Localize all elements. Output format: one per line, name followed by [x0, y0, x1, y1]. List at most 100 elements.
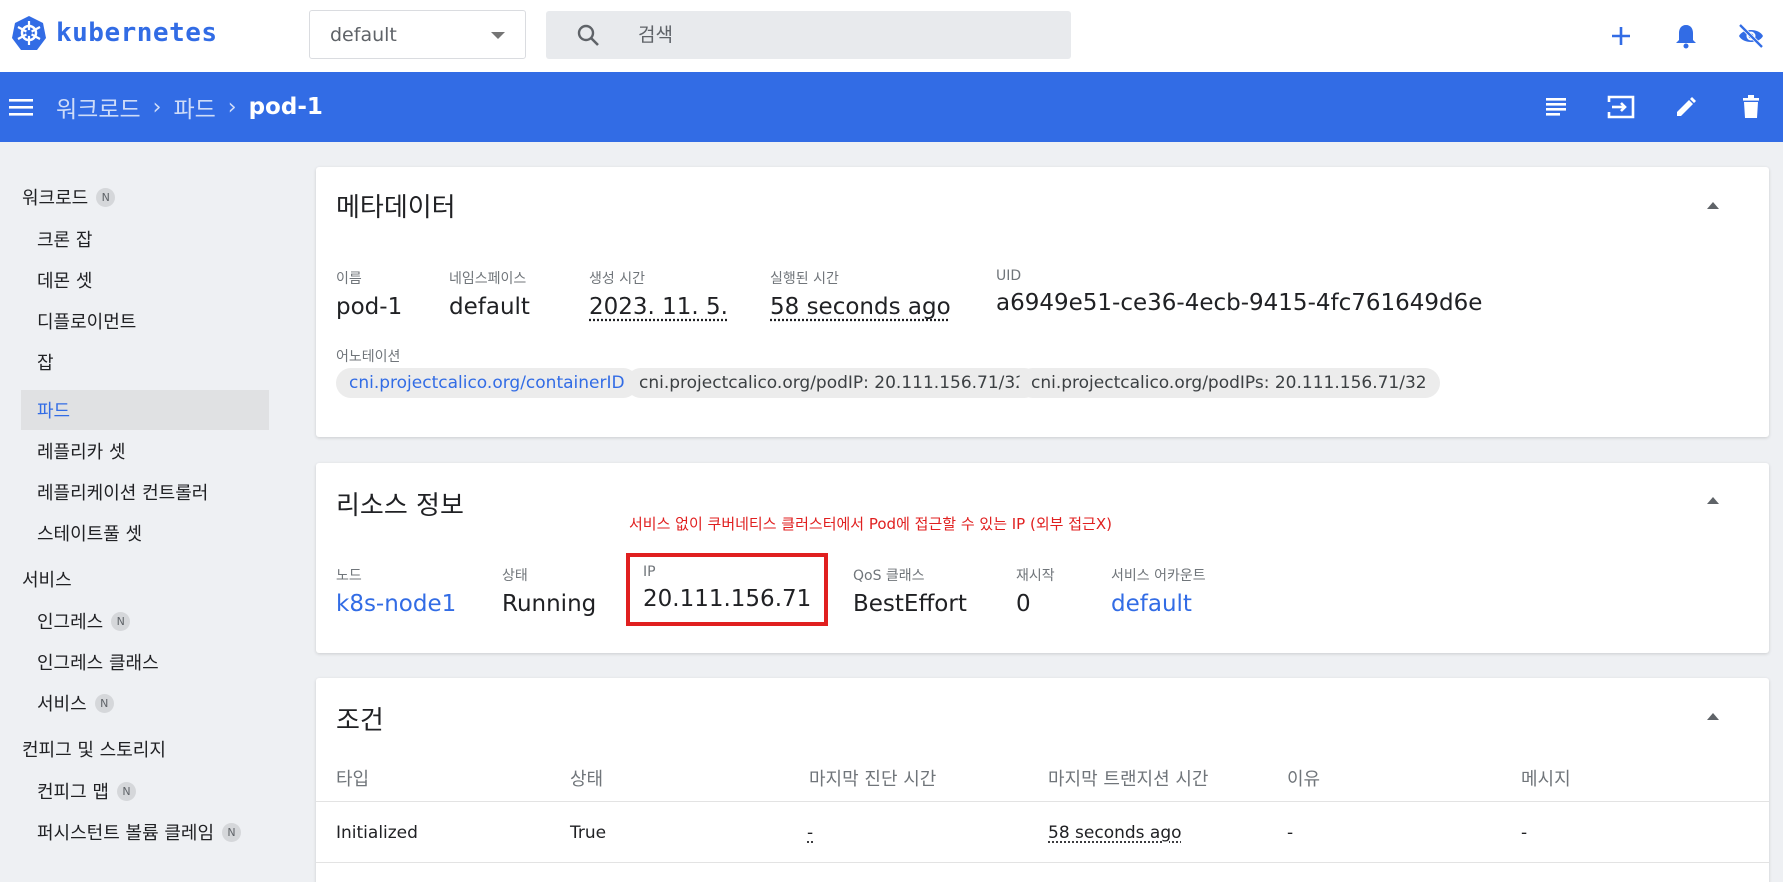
annotation-chip: cni.projectcalico.org/podIPs: 20.111.156…	[1018, 368, 1440, 398]
sidebar-item-label: 인그레스	[37, 612, 104, 633]
delete-icon[interactable]	[1718, 89, 1783, 125]
sidebar-item-replicasets[interactable]: 레플리카 셋	[37, 438, 126, 464]
sidebar-item-configmaps[interactable]: 컨피그 맵 N	[37, 778, 136, 804]
card-title: 조건	[336, 706, 384, 736]
collapse-icon[interactable]	[1707, 202, 1719, 209]
divider	[316, 801, 1769, 802]
sidebar-item-replicationcontrollers[interactable]: 레플리케이션 컨트롤러	[37, 479, 208, 505]
field-label: 실행된 시간	[770, 271, 839, 287]
field-ip: IP 20.111.156.71	[643, 564, 811, 612]
kubernetes-logo[interactable]: kubernetes	[10, 14, 218, 52]
top-actions	[1588, 18, 1783, 54]
collapse-icon[interactable]	[1707, 713, 1719, 720]
notifications-icon[interactable]	[1653, 18, 1718, 54]
new-badge: N	[94, 693, 114, 713]
sidebar: 워크로드 N 크론 잡 데몬 셋 디플로이먼트 잡 파드 레플리카 셋 레플리케…	[0, 142, 290, 882]
header-actions	[1523, 89, 1783, 125]
field-value: pod-1	[336, 294, 403, 320]
breadcrumb-pods[interactable]: 파드	[173, 90, 215, 124]
field-value: a6949e51-ce36-4ecb-9415-4fc761649d6e	[996, 290, 1483, 316]
new-badge: N	[111, 611, 131, 631]
sidebar-section-workloads[interactable]: 워크로드 N	[22, 184, 116, 210]
sidebar-item-pods[interactable]: 파드	[21, 390, 269, 430]
sidebar-item-ingressclasses[interactable]: 인그레스 클래스	[37, 649, 159, 675]
field-status: 상태 Running	[502, 565, 596, 617]
sidebar-item-statefulsets[interactable]: 스테이트풀 셋	[37, 520, 142, 546]
column-header[interactable]: 타입	[336, 765, 369, 791]
brand-name: kubernetes	[56, 18, 218, 48]
sidebar-item-label: 데몬 셋	[37, 271, 93, 292]
field-value: 58 seconds ago	[770, 294, 951, 320]
new-badge: N	[222, 822, 242, 842]
sidebar-item-label: 레플리카 셋	[37, 442, 126, 463]
sidebar-section-config-storage[interactable]: 컨피그 및 스토리지	[22, 736, 166, 762]
visibility-off-icon[interactable]	[1718, 18, 1783, 54]
annotation-chip[interactable]: cni.projectcalico.org/containerID	[336, 368, 638, 398]
table-cell: -	[1521, 823, 1528, 843]
resource-info-card: 리소스 정보	[316, 463, 1769, 653]
field-namespace: 네임스페이스 default	[449, 268, 530, 320]
field-label: 상태	[502, 568, 528, 584]
column-header[interactable]: 마지막 진단 시간	[809, 765, 936, 791]
edit-icon[interactable]	[1653, 89, 1718, 125]
sidebar-item-label: 퍼시스턴트 볼륨 클레임	[37, 823, 215, 844]
sidebar-item-label: 인그레스 클래스	[37, 653, 159, 674]
sidebar-item-jobs[interactable]: 잡	[37, 349, 54, 375]
column-header[interactable]: 메시지	[1521, 765, 1571, 791]
sidebar-item-label: 파드	[37, 401, 71, 422]
menu-icon[interactable]	[8, 94, 34, 120]
sidebar-item-label: 잡	[37, 353, 54, 374]
service-account-link[interactable]: default	[1111, 591, 1206, 617]
field-node: 노드 k8s-node1	[336, 565, 456, 617]
sidebar-item-daemonsets[interactable]: 데몬 셋	[37, 267, 92, 293]
breadcrumb-current: pod-1	[248, 94, 323, 120]
collapse-icon[interactable]	[1707, 497, 1719, 504]
sidebar-item-services[interactable]: 서비스 N	[37, 690, 114, 716]
column-header[interactable]: 이유	[1287, 765, 1320, 791]
sidebar-item-pvcs[interactable]: 퍼시스턴트 볼륨 클레임 N	[37, 819, 242, 845]
kubernetes-helm-icon	[12, 16, 46, 50]
new-badge: N	[116, 781, 136, 801]
sidebar-section-services[interactable]: 서비스	[22, 566, 72, 592]
field-service-account: 서비스 어카운트 default	[1111, 565, 1206, 617]
breadcrumb: 워크로드 › 파드 › pod-1	[56, 72, 323, 142]
table-cell: Initialized	[336, 823, 418, 843]
field-annotations: 어노테이션	[336, 346, 400, 366]
field-label: 이름	[336, 271, 362, 287]
column-header[interactable]: 마지막 트랜지션 시간	[1048, 765, 1208, 791]
search-icon[interactable]	[576, 23, 600, 47]
sidebar-item-deployments[interactable]: 디플로이먼트	[37, 308, 136, 334]
namespace-select[interactable]: default	[309, 10, 526, 59]
sidebar-section-label: 서비스	[22, 570, 72, 591]
sidebar-item-cronjobs[interactable]: 크론 잡	[37, 226, 92, 252]
field-uptime: 실행된 시간 58 seconds ago	[770, 268, 951, 320]
column-header[interactable]: 상태	[570, 765, 603, 791]
field-label: UID	[996, 268, 1022, 284]
add-icon[interactable]	[1588, 18, 1653, 54]
field-name: 이름 pod-1	[336, 268, 402, 320]
breadcrumb-workloads[interactable]: 워크로드	[56, 90, 141, 124]
sidebar-item-label: 스테이트풀 셋	[37, 524, 143, 545]
field-value: Running	[502, 591, 597, 617]
sidebar-item-label: 크론 잡	[37, 230, 93, 251]
top-bar: kubernetes default	[0, 0, 1783, 72]
field-created: 생성 시간 2023. 11. 5.	[589, 268, 728, 320]
divider	[316, 862, 1769, 863]
table-cell: -	[1287, 823, 1294, 843]
search-input[interactable]	[638, 11, 1058, 59]
field-label: 노드	[336, 568, 362, 584]
sidebar-section-label: 워크로드	[22, 188, 89, 209]
namespace-select-value: default	[330, 23, 397, 46]
field-label: 어노테이션	[336, 349, 401, 365]
field-label: 재시작	[1016, 568, 1055, 584]
page-header: 워크로드 › 파드 › pod-1	[0, 72, 1783, 142]
field-restarts: 재시작 0	[1016, 565, 1055, 617]
card-title: 메타데이터	[336, 193, 456, 223]
exec-icon[interactable]	[1588, 89, 1653, 125]
field-value: 20.111.156.71	[643, 586, 812, 612]
search-bar	[546, 11, 1071, 59]
logs-icon[interactable]	[1523, 89, 1588, 125]
sidebar-item-label: 컨피그 맵	[37, 782, 109, 803]
node-link[interactable]: k8s-node1	[336, 591, 456, 617]
sidebar-item-ingresses[interactable]: 인그레스 N	[37, 608, 131, 634]
